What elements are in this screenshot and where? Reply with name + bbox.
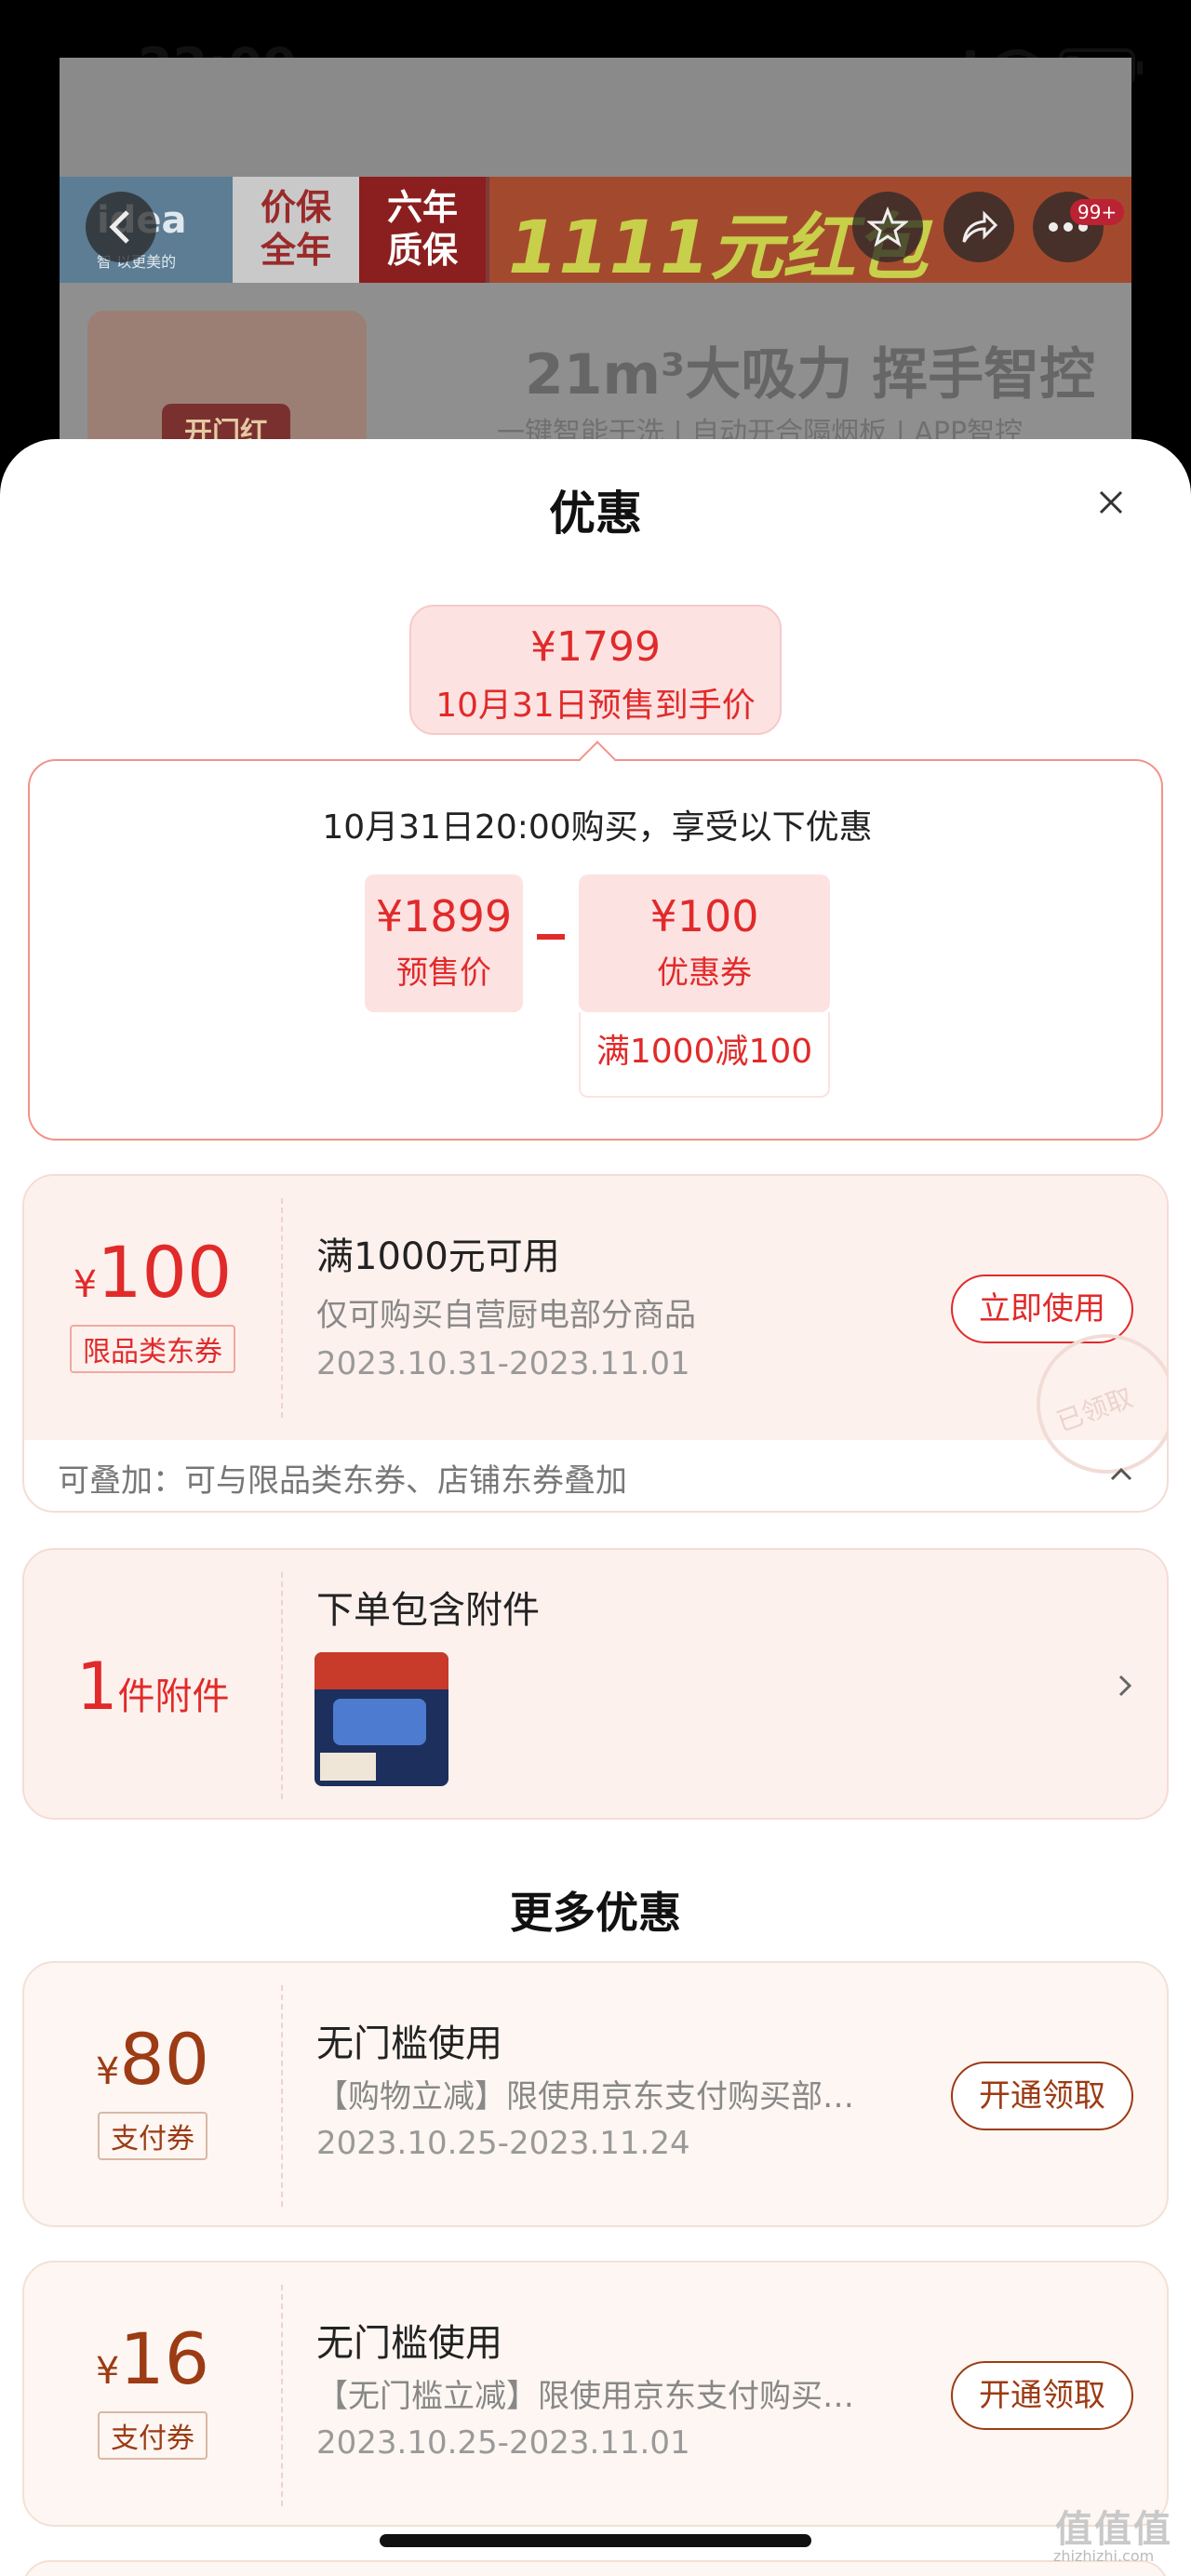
price-protection-tag: 价保 全年 bbox=[233, 177, 359, 283]
accessory-count: 1件附件 bbox=[76, 1648, 230, 1725]
coupon-discount-label: 优惠券 bbox=[657, 954, 752, 992]
activate-claim-button[interactable]: 开通领取 bbox=[951, 2062, 1133, 2130]
coupon-type-tag: 支付券 bbox=[98, 2112, 207, 2160]
coupon-title: 无门槛使用 bbox=[316, 2022, 502, 2065]
presale-price-box: ¥1899 预售价 bbox=[365, 874, 523, 1012]
currency-symbol: ¥ bbox=[95, 2050, 120, 2093]
back-button[interactable] bbox=[86, 192, 156, 262]
close-icon bbox=[1099, 490, 1123, 514]
coupon-divider bbox=[281, 1198, 283, 1418]
currency-symbol: ¥ bbox=[73, 1263, 98, 1306]
coupon-condition: 满1000减100 bbox=[579, 1012, 830, 1098]
presale-price-amount: ¥1899 bbox=[375, 891, 513, 941]
use-now-button[interactable]: 立即使用 bbox=[951, 1275, 1133, 1343]
coupon-type-tag: 支付券 bbox=[98, 2411, 207, 2460]
coupon-divider bbox=[281, 2285, 283, 2506]
watermark-url: zhizhizhi.com bbox=[1053, 2547, 1155, 2565]
coupon-amount: ¥16 bbox=[24, 2324, 281, 2395]
minus-sign bbox=[537, 934, 565, 940]
watermark: 值值值 bbox=[1055, 2508, 1172, 2551]
price-breakdown-card: 10月31日20:00购买，享受以下优惠 ¥1899 预售价 ¥100 优惠券 … bbox=[28, 759, 1163, 1141]
coupon-value: ¥16 支付券 bbox=[24, 2324, 281, 2460]
coupon-title: 无门槛使用 bbox=[316, 2322, 502, 2365]
final-price-bubble: ¥1799 10月31日预售到手价 bbox=[409, 605, 782, 735]
final-price-label: 10月31日预售到手价 bbox=[435, 687, 756, 725]
coupon-value: ¥80 支付券 bbox=[24, 2024, 281, 2160]
coupon-validity: 2023.10.25-2023.11.01 bbox=[316, 2424, 690, 2462]
share-icon bbox=[962, 210, 998, 243]
pay-coupon-card: ¥16 支付券 无门槛使用 【无门槛立减】限使用京东支付购买… 2023.10.… bbox=[22, 2261, 1169, 2527]
coupon-amount-value: 100 bbox=[97, 1231, 233, 1314]
chevron-right-icon[interactable] bbox=[1111, 1667, 1139, 1704]
coupon-amount-value: 16 bbox=[119, 2317, 210, 2400]
accessory-divider bbox=[281, 1572, 283, 1799]
accessory-thumbnail[interactable] bbox=[314, 1652, 448, 1786]
coupon-description: 仅可购买自营厨电部分商品 bbox=[316, 1297, 696, 1334]
discount-sheet: 优惠 ¥1799 10月31日预售到手价 10月31日20:00购买，享受以下优… bbox=[0, 439, 1191, 2576]
hero-title: 21m³大吸力 挥手智控 bbox=[525, 342, 1096, 407]
chevron-left-icon bbox=[109, 210, 129, 244]
claimed-stamp: 已领取 bbox=[1037, 1334, 1167, 1474]
activate-claim-button[interactable]: 开通领取 bbox=[951, 2361, 1133, 2430]
product-page-background: idea 智 以更美的 价保 全年 六年 质保 1111元红包 开门红 21m³… bbox=[60, 58, 1131, 467]
star-icon bbox=[867, 207, 908, 247]
stacking-info: 可叠加：可与限品类东券、店铺东券叠加 bbox=[58, 1462, 627, 1500]
coupon-discount-box: ¥100 优惠券 bbox=[579, 874, 830, 1012]
chevron-up-icon[interactable] bbox=[1105, 1459, 1137, 1490]
accessory-count-unit: 件附件 bbox=[117, 1675, 230, 1718]
coupon-title: 满1000元可用 bbox=[316, 1235, 560, 1278]
coupon-type-tag: 限品类东券 bbox=[70, 1325, 235, 1373]
coupon-body: ¥100 限品类东券 满1000元可用 仅可购买自营厨电部分商品 2023.10… bbox=[24, 1176, 1167, 1474]
home-indicator[interactable] bbox=[380, 2534, 811, 2547]
breakdown-title: 10月31日20:00购买，享受以下优惠 bbox=[322, 808, 873, 847]
coupon-validity: 2023.10.31-2023.11.01 bbox=[316, 1345, 690, 1382]
warranty-tag: 六年 质保 bbox=[359, 177, 486, 283]
pay-coupon-card: ¥80 支付券 无门槛使用 【购物立减】限使用京东支付购买部… 2023.10.… bbox=[22, 1961, 1169, 2227]
coupon-validity: 2023.10.25-2023.11.24 bbox=[316, 2125, 690, 2162]
coupon-description: 【无门槛立减】限使用京东支付购买… bbox=[316, 2378, 854, 2415]
claimed-stamp-text: 已领取 bbox=[1052, 1381, 1137, 1438]
coupon-divider bbox=[281, 1985, 283, 2207]
share-button[interactable] bbox=[943, 192, 1014, 262]
more-discounts-title: 更多优惠 bbox=[510, 1888, 681, 1938]
cart-count-badge: 99+ bbox=[1070, 199, 1125, 225]
coupon-value: ¥100 限品类东券 bbox=[24, 1237, 281, 1373]
accessory-title: 下单包含附件 bbox=[316, 1589, 540, 1632]
currency-symbol: ¥ bbox=[95, 2350, 120, 2393]
coupon-amount: ¥100 bbox=[24, 1237, 281, 1308]
pay-coupon-card-partial bbox=[22, 2560, 1169, 2576]
coupon-discount-amount: ¥100 bbox=[649, 891, 759, 941]
coupon-card-100: ¥100 限品类东券 满1000元可用 仅可购买自营厨电部分商品 2023.10… bbox=[22, 1174, 1169, 1513]
favorite-button[interactable] bbox=[852, 192, 923, 262]
coupon-amount-value: 80 bbox=[119, 2018, 210, 2101]
presale-price-label: 预售价 bbox=[396, 954, 491, 992]
final-price-amount: ¥1799 bbox=[530, 623, 661, 671]
coupon-description: 【购物立减】限使用京东支付购买部… bbox=[316, 2078, 854, 2116]
accessory-count-number: 1 bbox=[76, 1648, 118, 1725]
accessory-card[interactable]: 1件附件 下单包含附件 bbox=[22, 1548, 1169, 1820]
coupon-amount: ¥80 bbox=[24, 2024, 281, 2095]
sheet-title: 优惠 bbox=[549, 487, 642, 541]
close-button[interactable] bbox=[1083, 474, 1139, 530]
